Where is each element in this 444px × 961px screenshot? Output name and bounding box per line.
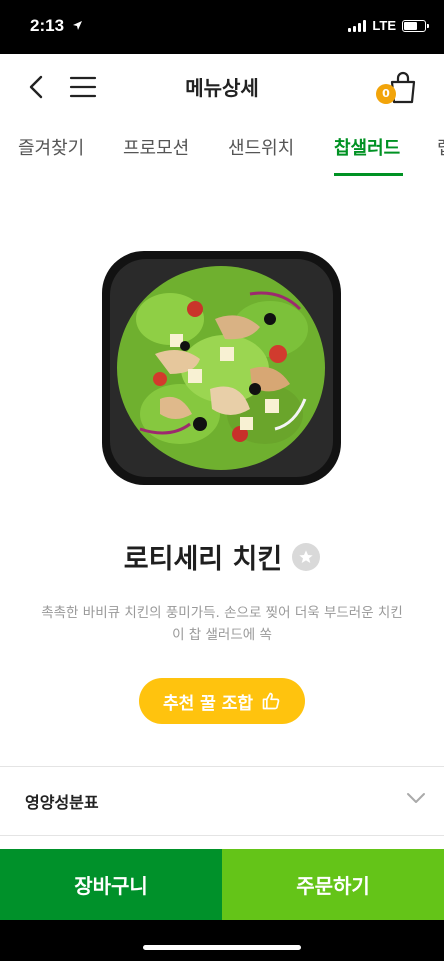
star-icon: [299, 549, 313, 563]
tab-chopped-salad[interactable]: 찹샐러드: [334, 134, 400, 160]
status-bar: 2:13 LTE: [0, 0, 444, 54]
description-line-1: 촉촉한 바비큐 치킨의 풍미가득. 손으로 찢어 더욱 부드러운 치킨: [41, 605, 403, 621]
home-indicator[interactable]: [143, 945, 301, 950]
cart-button[interactable]: 0: [376, 68, 422, 108]
thumbs-up-icon: [262, 692, 280, 710]
nutrition-label: 영양성분표: [25, 793, 99, 812]
nutrition-facts-row[interactable]: 영양성분표: [0, 767, 444, 835]
add-to-cart-button[interactable]: 장바구니: [0, 849, 222, 920]
chevron-down-icon: [407, 793, 425, 803]
cart-count-badge: 0: [376, 84, 396, 104]
tab-sandwiches[interactable]: 샌드위치: [228, 134, 294, 160]
active-tab-indicator: [334, 173, 403, 176]
status-time: 2:13: [30, 16, 65, 35]
header: 메뉴상세 0: [0, 54, 444, 120]
product-title-row: 로티세리 치킨: [0, 537, 444, 576]
order-button[interactable]: 주문하기: [222, 849, 444, 920]
battery-icon: [402, 19, 429, 32]
favorite-button[interactable]: [292, 542, 321, 571]
location-arrow-icon: [73, 21, 82, 30]
recommend-combo-label: 추천 꿀 조합: [162, 693, 254, 714]
network-label: LTE: [372, 18, 396, 33]
bottom-action-bar: 장바구니 주문하기: [0, 849, 444, 920]
product-description: 촉촉한 바비큐 치킨의 풍미가득. 손으로 찢어 더욱 부드러운 치킨 이 찹 …: [20, 602, 424, 646]
product-image: [102, 251, 341, 485]
status-indicators: LTE: [348, 18, 429, 33]
home-indicator-area: [0, 920, 444, 961]
description-line-2: 이 찹 샐러드에 쏙: [172, 627, 272, 643]
recommend-combo-button[interactable]: 추천 꿀 조합: [139, 678, 305, 724]
tab-favorites[interactable]: 즐겨찾기: [18, 134, 84, 160]
tab-wraps[interactable]: 랩: [437, 134, 444, 160]
divider: [0, 835, 444, 836]
menu-detail-screen: 메뉴상세 0 즐겨찾기 프로모션 샌드위치 찹샐러드 랩: [0, 54, 444, 849]
tab-promotions[interactable]: 프로모션: [123, 134, 189, 160]
signal-icon: [348, 19, 367, 32]
category-tabs: 즐겨찾기 프로모션 샌드위치 찹샐러드 랩: [0, 120, 444, 176]
product-name: 로티세리 치킨: [123, 544, 283, 575]
